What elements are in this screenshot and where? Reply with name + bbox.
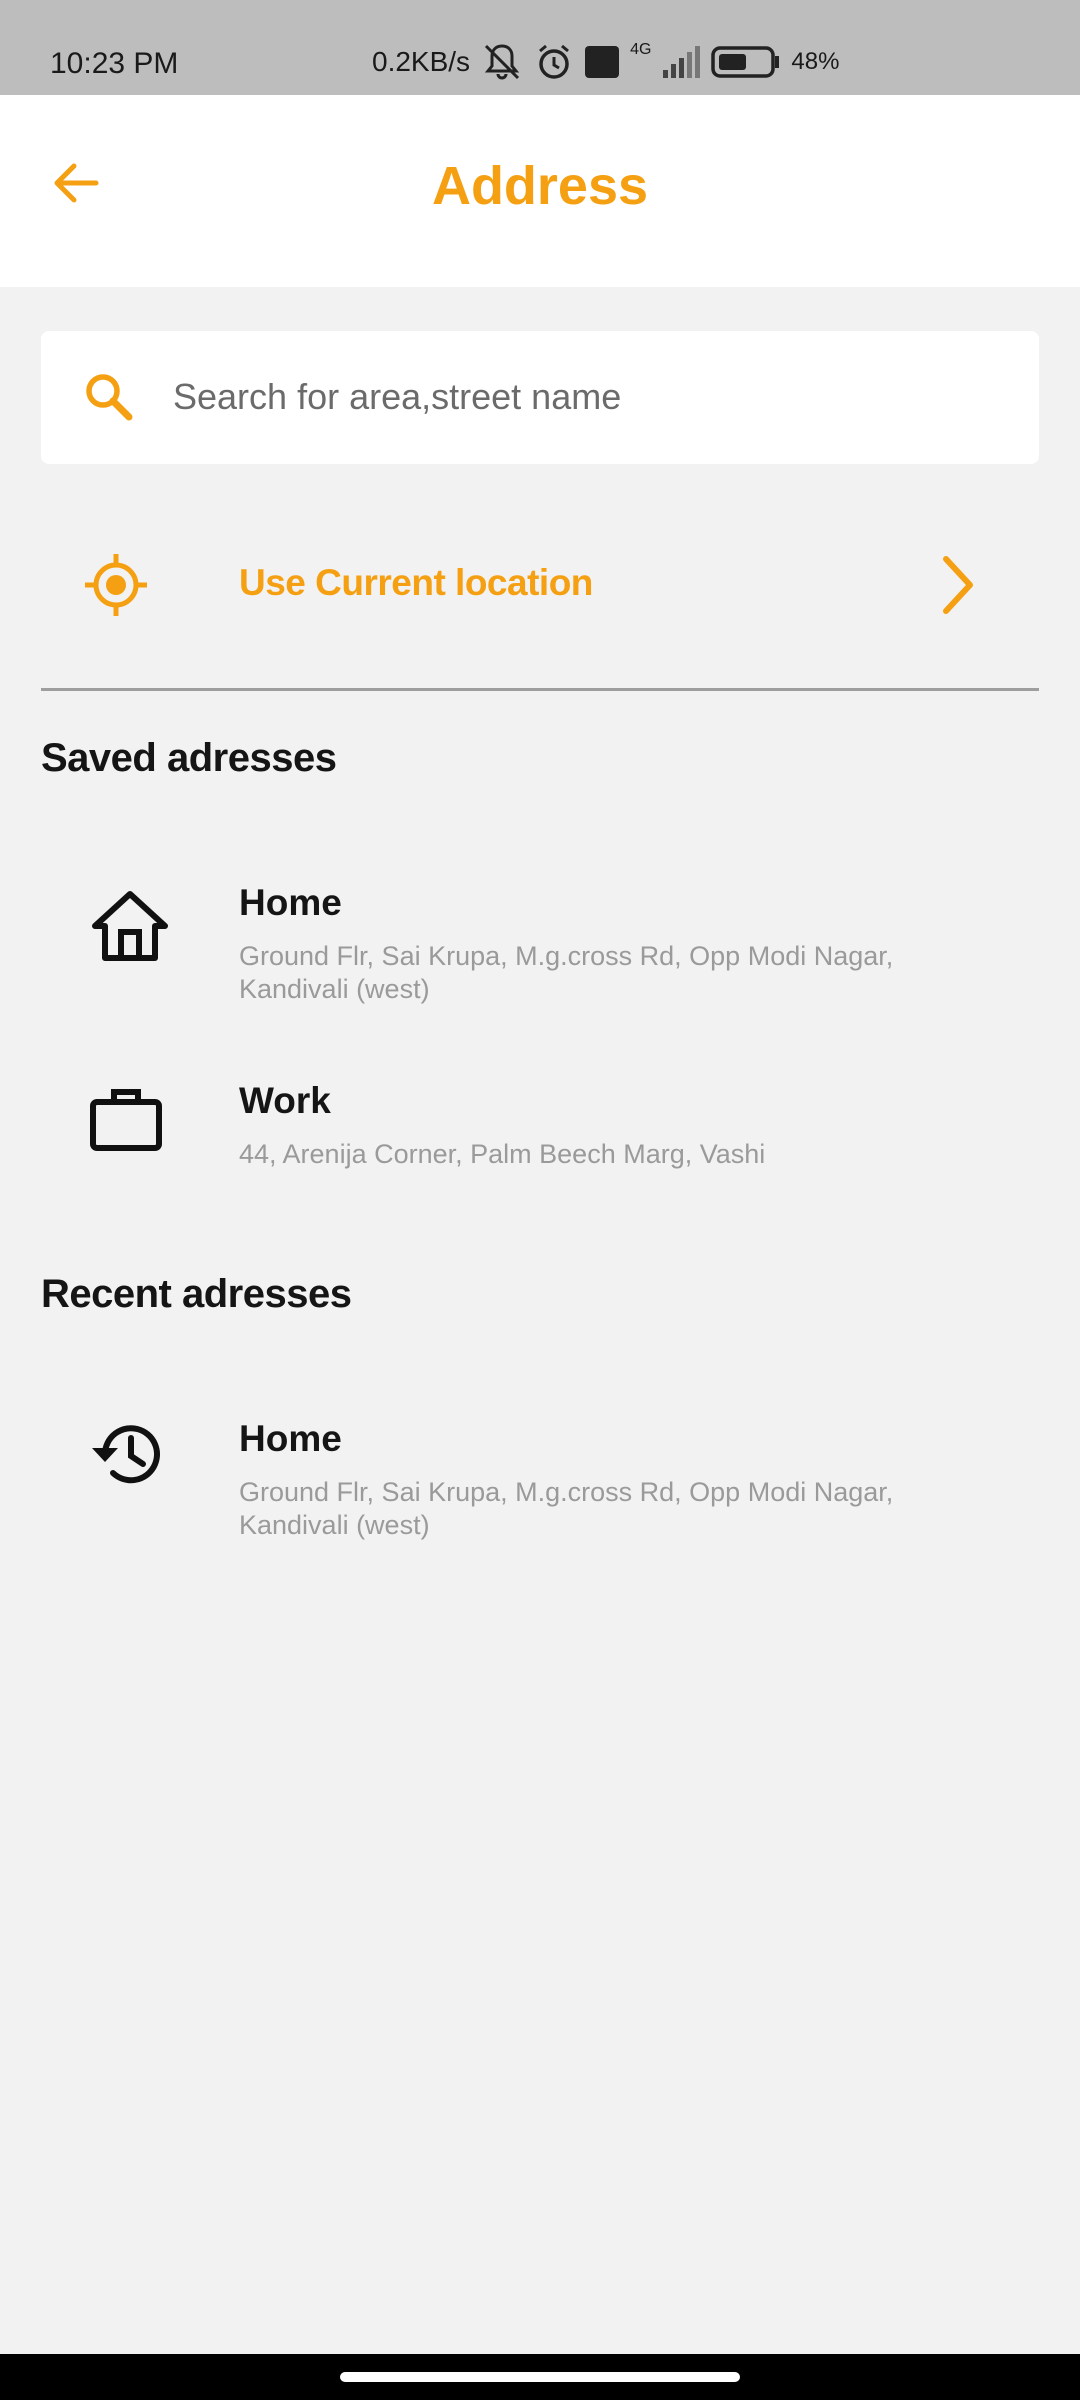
chevron-right-icon bbox=[936, 553, 980, 622]
battery-icon bbox=[711, 44, 781, 80]
briefcase-icon bbox=[89, 1084, 163, 1159]
search-box[interactable] bbox=[41, 331, 1039, 464]
status-icons: 0.2KB/s 4G 48% bbox=[372, 40, 839, 84]
use-current-location-button[interactable]: Use Current location bbox=[41, 500, 1039, 670]
system-nav-bar bbox=[0, 2354, 1080, 2400]
volte-icon bbox=[584, 44, 620, 80]
battery-percent: 48% bbox=[791, 48, 840, 75]
network-speed: 0.2KB/s bbox=[372, 46, 471, 77]
page-title: Address bbox=[431, 156, 649, 216]
home-icon bbox=[89, 888, 171, 969]
status-bar: 10:23 PM 0.2KB/s 4G 48% bbox=[0, 0, 1080, 95]
saved-address-home[interactable]: Home Ground Flr, Sai Krupa, M.g.cross Rd… bbox=[41, 882, 1039, 1022]
address-name: Work bbox=[239, 1080, 331, 1121]
search-input[interactable] bbox=[173, 361, 993, 433]
saved-address-work[interactable]: Work 44, Arenija Corner, Palm Beech Marg… bbox=[41, 1080, 1039, 1190]
search-icon bbox=[79, 367, 139, 427]
address-name: Home bbox=[239, 1418, 342, 1459]
use-current-location-label: Use Current location bbox=[239, 562, 593, 603]
address-name: Home bbox=[239, 882, 342, 923]
mute-icon bbox=[480, 42, 524, 82]
alarm-icon bbox=[534, 42, 574, 82]
home-gesture-handle[interactable] bbox=[340, 2372, 740, 2382]
address-detail: Ground Flr, Sai Krupa, M.g.cross Rd, Opp… bbox=[239, 1477, 894, 1540]
network-type: 4G bbox=[630, 41, 652, 58]
divider bbox=[41, 688, 1039, 691]
address-detail: 44, Arenija Corner, Palm Beech Marg, Vas… bbox=[239, 1139, 766, 1169]
saved-addresses-title: Saved adresses bbox=[41, 736, 337, 780]
crosshair-icon bbox=[83, 552, 149, 623]
history-icon bbox=[87, 1418, 163, 1495]
status-time: 10:23 PM bbox=[50, 47, 179, 80]
app-header: Address bbox=[0, 95, 1080, 287]
address-detail: Ground Flr, Sai Krupa, M.g.cross Rd, Opp… bbox=[239, 941, 894, 1004]
recent-address-home[interactable]: Home Ground Flr, Sai Krupa, M.g.cross Rd… bbox=[41, 1418, 1039, 1558]
signal-icon bbox=[661, 44, 701, 80]
recent-addresses-title: Recent adresses bbox=[41, 1272, 352, 1316]
